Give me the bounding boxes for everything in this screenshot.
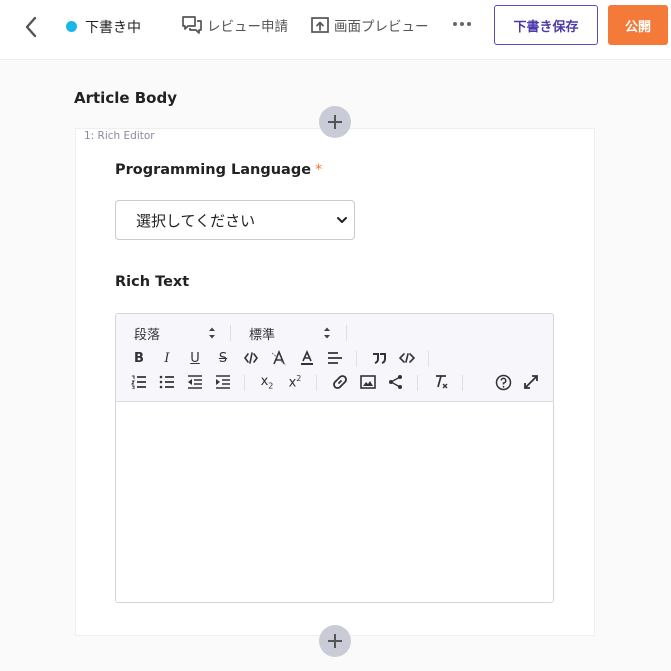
separator [316, 375, 317, 391]
code-block-svg [399, 353, 415, 363]
help-icon[interactable] [494, 373, 512, 391]
size-select-value: 標準 [249, 328, 276, 343]
save-draft-button[interactable]: 下書き保存 [494, 5, 598, 45]
size-select[interactable]: 標準 [249, 324, 275, 343]
inline-code-icon[interactable] [242, 349, 260, 367]
preview-icon [311, 17, 329, 33]
ordered-list-icon[interactable] [130, 373, 148, 391]
dot [467, 22, 471, 26]
clear-format-icon[interactable] [432, 373, 450, 391]
image-icon[interactable] [359, 373, 377, 391]
link-icon[interactable] [331, 373, 349, 391]
dot [460, 22, 464, 26]
strikethrough-icon[interactable]: S [214, 349, 232, 367]
rich-text-editor: 段落 標準 B I U S x2 x2 [115, 313, 554, 603]
review-icon [182, 16, 202, 34]
editor-content-area[interactable] [116, 403, 553, 602]
bullet-list-svg [159, 375, 174, 389]
share-icon[interactable] [387, 373, 405, 391]
underline-glyph: U [190, 350, 200, 366]
block-tag: 1: Rich Editor [84, 130, 155, 142]
blockquote-icon[interactable] [370, 349, 388, 367]
outdent-icon[interactable] [186, 373, 204, 391]
select-value: 選択してください [136, 211, 256, 230]
indent-icon[interactable] [214, 373, 232, 391]
plus-icon [328, 634, 342, 648]
programming-language-select[interactable]: 選択してください [115, 200, 355, 240]
add-block-button-bottom[interactable] [319, 625, 351, 657]
share-svg [389, 375, 402, 389]
chevron-left-icon [25, 16, 37, 38]
font-color-icon[interactable] [298, 349, 316, 367]
separator [356, 351, 357, 367]
clear-format-svg [436, 375, 448, 389]
blockquote-svg [373, 353, 386, 364]
programming-language-text: Programming Language [115, 162, 312, 178]
format-select[interactable]: 段落 [134, 324, 160, 343]
required-mark: * [315, 162, 323, 178]
review-request-button[interactable]: レビュー申請 [181, 13, 288, 37]
screen-preview-label: 画面プレビュー [334, 19, 429, 35]
programming-language-label: Programming Language * [115, 162, 322, 178]
superscript-icon[interactable]: x2 [286, 373, 304, 391]
fullscreen-icon[interactable] [522, 373, 540, 391]
help-svg [495, 374, 511, 390]
clear-bg-svg [271, 350, 287, 366]
bullet-list-icon[interactable] [158, 373, 176, 391]
italic-icon[interactable]: I [158, 349, 176, 367]
align-icon[interactable] [326, 349, 344, 367]
superscript-glyph: x2 [288, 373, 302, 391]
updown-icon [324, 327, 330, 339]
strike-glyph: S [218, 350, 228, 366]
align-svg [328, 352, 342, 364]
section-title: Article Body [74, 89, 178, 107]
screen-preview-button[interactable]: 画面プレビュー [310, 13, 429, 37]
dot [453, 22, 457, 26]
chevron-down-icon [337, 217, 347, 223]
underline-icon[interactable]: U [186, 349, 204, 367]
indent-svg [216, 375, 230, 389]
separator [417, 375, 418, 391]
plus-icon [328, 115, 342, 129]
fullscreen-svg [524, 375, 538, 389]
separator [462, 375, 463, 391]
add-block-button-top[interactable] [319, 106, 351, 138]
publish-button[interactable]: 公開 [608, 5, 668, 45]
clear-background-icon[interactable] [270, 349, 288, 367]
format-select-value: 段落 [134, 328, 161, 343]
status-dot [66, 21, 77, 32]
separator [428, 351, 429, 367]
bold-icon[interactable]: B [130, 349, 148, 367]
subscript-glyph: x2 [260, 373, 274, 391]
font-color-svg [301, 350, 313, 365]
separator [244, 375, 245, 391]
code-block-icon[interactable] [398, 349, 416, 367]
italic-glyph: I [164, 350, 170, 366]
top-bar: 下書き中 レビュー申請 画面プレビュー 下書き保存 公開 [0, 0, 671, 60]
updown-icon [209, 327, 215, 339]
separator [346, 325, 347, 341]
status-label: 下書き中 [85, 20, 141, 36]
image-svg [360, 375, 376, 389]
editor-toolbar: 段落 標準 B I U S x2 x2 [116, 314, 553, 402]
link-svg [333, 375, 347, 389]
subscript-icon[interactable]: x2 [258, 373, 276, 391]
bold-glyph: B [134, 350, 144, 366]
review-request-label: レビュー申請 [207, 19, 288, 35]
more-options-button[interactable] [452, 14, 472, 34]
separator [230, 325, 231, 341]
back-button[interactable] [18, 13, 44, 41]
rich-text-label: Rich Text [115, 274, 190, 290]
ordered-list-svg [131, 375, 146, 389]
outdent-svg [188, 375, 202, 389]
inline-code-svg [244, 352, 258, 364]
